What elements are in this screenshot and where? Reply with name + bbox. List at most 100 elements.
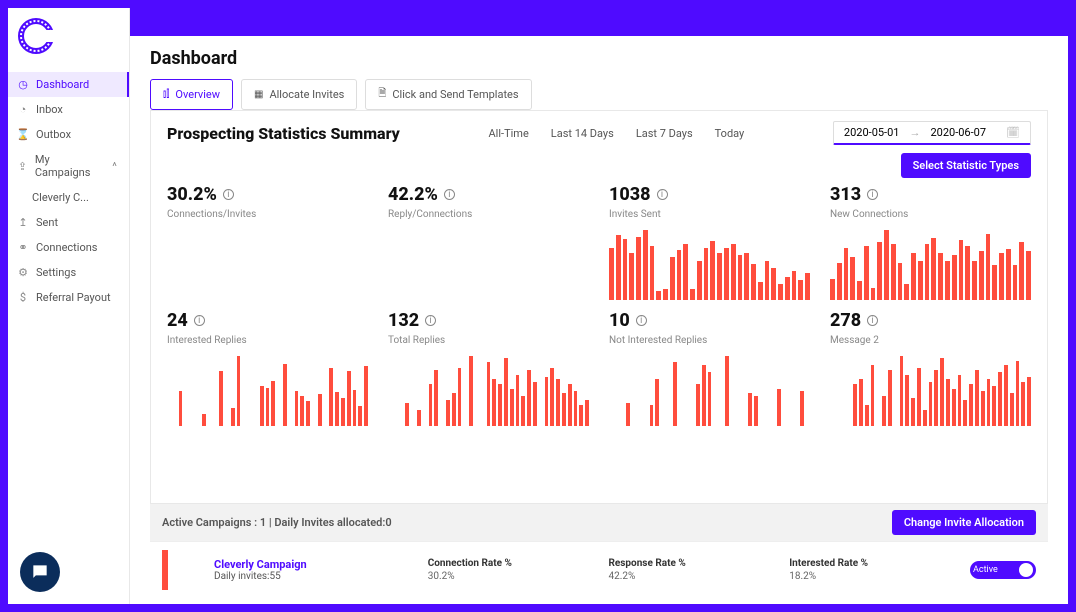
tab-label: Overview <box>175 88 220 101</box>
date-to: 2020-06-07 <box>930 126 986 139</box>
date-from: 2020-05-01 <box>844 126 900 139</box>
sidebar-item-label: Sent <box>36 216 58 229</box>
sidebar-item-label: Inbox <box>36 103 63 116</box>
sidebar-item-my-campaigns[interactable]: ⇪ My Campaigns ^ <box>8 147 129 185</box>
info-icon[interactable]: i <box>657 189 668 200</box>
chat-widget[interactable] <box>20 552 60 592</box>
info-icon[interactable]: i <box>636 315 647 326</box>
filter-last-14[interactable]: Last 14 Days <box>551 127 614 140</box>
sidebar-item-dashboard[interactable]: ◷ Dashboard <box>8 72 129 97</box>
date-range-picker[interactable]: 2020-05-01 → 2020-06-07 🗓 <box>833 121 1031 145</box>
sidebar-item-label: Outbox <box>36 128 71 141</box>
campaign-toggle-wrap: Active <box>970 561 1036 579</box>
tab-click-send-templates[interactable]: 🗎 Click and Send Templates <box>365 79 531 110</box>
filter-today[interactable]: Today <box>715 127 745 140</box>
info-icon[interactable]: i <box>194 315 205 326</box>
sidebar-item-settings[interactable]: ⚙ Settings <box>8 260 129 285</box>
sidebar-item-sent[interactable]: ↥ Sent <box>8 210 129 235</box>
inbox-icon: ◔ <box>16 103 30 116</box>
stat-bar-chart <box>609 356 810 426</box>
stat-card: 313i New Connections <box>830 184 1031 300</box>
stat-label: Invites Sent <box>609 209 810 220</box>
dashboard-icon: ◷ <box>16 78 30 91</box>
top-band <box>130 8 1068 36</box>
stat-card: 24i Interested Replies <box>167 310 368 426</box>
stat-value: 132i <box>388 310 589 331</box>
stat-bar-chart <box>830 230 1031 300</box>
campaign-row: Cleverly Campaign Daily invites:55 Conne… <box>150 541 1048 598</box>
stats-grid: 30.2%i Connections/Invites 42.2%i Reply/Con… <box>167 184 1031 426</box>
stat-card: 278i Message 2 <box>830 310 1031 426</box>
stat-label: Message 2 <box>830 335 1031 346</box>
tab-overview[interactable]: ⫾⫿ Overview <box>150 79 233 110</box>
stat-label: Reply/Connections <box>388 209 589 220</box>
stat-value: 313i <box>830 184 1031 205</box>
sidebar-item-label: Dashboard <box>36 78 89 91</box>
stat-bar-chart <box>167 356 368 426</box>
stat-card: 30.2%i Connections/Invites <box>167 184 368 300</box>
campaign-info: Cleverly Campaign Daily invites:55 <box>214 558 412 582</box>
filter-all-time[interactable]: All-Time <box>489 127 529 140</box>
time-filters: All-Time Last 14 Days Last 7 Days Today <box>489 127 745 140</box>
sent-icon: ↥ <box>16 216 30 229</box>
toggle-label: Active <box>973 565 998 575</box>
chart-icon: ⫾⫿ <box>163 89 169 100</box>
change-invite-allocation-button[interactable]: Change Invite Allocation <box>892 510 1036 535</box>
chevron-up-icon: ^ <box>108 160 121 173</box>
campaign-active-toggle[interactable]: Active <box>970 561 1036 579</box>
stat-label: Total Replies <box>388 335 589 346</box>
stat-value: 10i <box>609 310 810 331</box>
sidebar-item-referral[interactable]: $ Referral Payout <box>8 285 129 310</box>
stat-card: 10i Not Interested Replies <box>609 310 810 426</box>
stat-value: 42.2%i <box>388 184 589 205</box>
active-campaigns-text: Active Campaigns : 1 | Daily Invites all… <box>162 516 392 529</box>
info-icon[interactable]: i <box>444 189 455 200</box>
info-icon[interactable]: i <box>867 189 878 200</box>
filter-last-7[interactable]: Last 7 Days <box>636 127 693 140</box>
stat-bar-chart <box>830 356 1031 426</box>
select-statistic-types-button[interactable]: Select Statistic Types <box>901 153 1031 178</box>
stat-bar-chart <box>388 356 589 426</box>
logo-icon <box>16 16 56 56</box>
info-icon[interactable]: i <box>425 315 436 326</box>
sidebar-item-connections[interactable]: ⚭ Connections <box>8 235 129 260</box>
tab-allocate-invites[interactable]: ▦ Allocate Invites <box>241 79 357 110</box>
calendar-icon: 🗓 <box>1006 126 1020 139</box>
sidebar: ◷ Dashboard ◔ Inbox ⌛ Outbox ⇪ My Campai… <box>8 8 130 604</box>
campaign-stripe <box>162 550 168 590</box>
stat-bar-chart <box>609 230 810 300</box>
campaigns-icon: ⇪ <box>16 160 29 173</box>
dollar-icon: $ <box>16 291 30 304</box>
campaign-col-response: Response Rate % 42.2% <box>608 558 773 582</box>
campaign-daily: Daily invites:55 <box>214 571 412 582</box>
gear-icon: ⚙ <box>16 266 30 279</box>
stat-value: 24i <box>167 310 368 331</box>
stat-card: 132i Total Replies <box>388 310 589 426</box>
stat-label: Not Interested Replies <box>609 335 810 346</box>
stat-card: 1038i Invites Sent <box>609 184 810 300</box>
stat-value: 1038i <box>609 184 810 205</box>
stat-value: 30.2%i <box>167 184 368 205</box>
connections-icon: ⚭ <box>16 241 30 254</box>
sidebar-item-label: Referral Payout <box>36 291 111 304</box>
tabs: ⫾⫿ Overview ▦ Allocate Invites 🗎 Click a… <box>150 79 1048 111</box>
sidebar-item-outbox[interactable]: ⌛ Outbox <box>8 122 129 147</box>
tab-label: Allocate Invites <box>269 88 344 101</box>
sidebar-item-inbox[interactable]: ◔ Inbox <box>8 97 129 122</box>
info-icon[interactable]: i <box>867 315 878 326</box>
sidebar-sub-campaign[interactable]: Cleverly C... <box>8 185 129 210</box>
campaign-col-connection: Connection Rate % 30.2% <box>428 558 593 582</box>
stat-label: Connections/Invites <box>167 209 368 220</box>
toggle-knob <box>1019 563 1033 577</box>
sidebar-item-label: Settings <box>36 266 76 279</box>
date-sep: → <box>909 126 920 139</box>
campaign-name[interactable]: Cleverly Campaign <box>214 558 412 571</box>
info-icon[interactable]: i <box>223 189 234 200</box>
logo <box>8 8 129 68</box>
main: Dashboard ⫾⫿ Overview ▦ Allocate Invites… <box>130 8 1068 604</box>
stat-label: Interested Replies <box>167 335 368 346</box>
stat-label: New Connections <box>830 209 1031 220</box>
stat-value: 278i <box>830 310 1031 331</box>
stats-panel: Prospecting Statistics Summary All-Time … <box>150 111 1048 504</box>
campaign-col-interested: Interested Rate % 18.2% <box>789 558 954 582</box>
